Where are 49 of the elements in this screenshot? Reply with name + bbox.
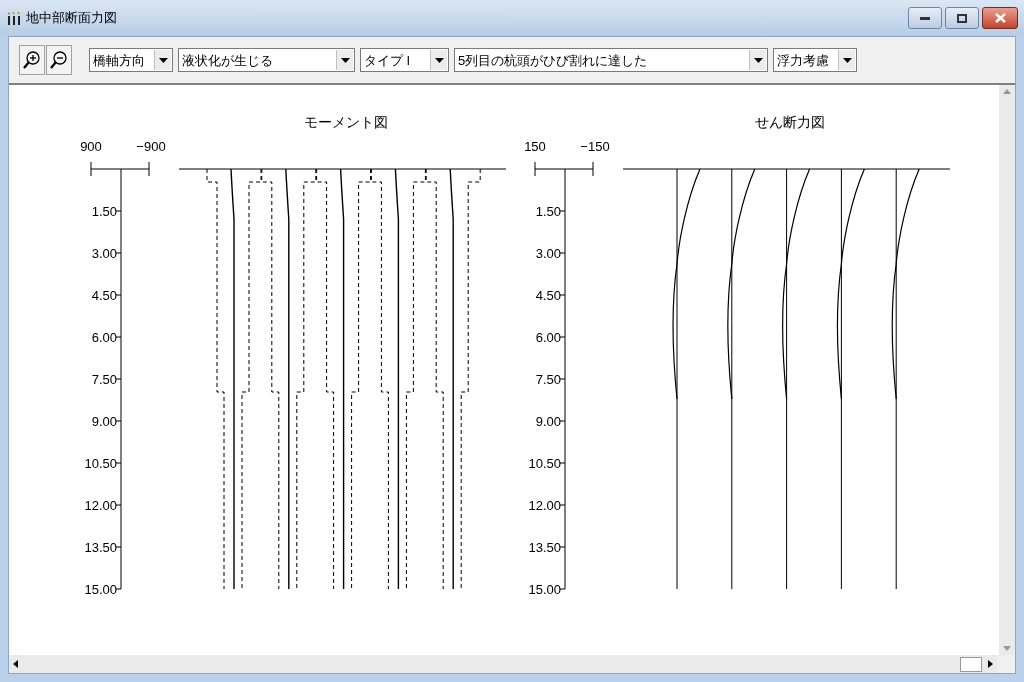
depth-label: 3.00: [535, 246, 561, 261]
app-icon: [6, 10, 22, 26]
depth-label: 9.00: [535, 414, 561, 429]
maximize-button[interactable]: [945, 7, 979, 29]
horizontal-scrollbar[interactable]: [9, 655, 997, 673]
depth-label: 1.50: [91, 204, 117, 219]
scale-label: 900: [80, 139, 102, 154]
depth-label: 7.50: [91, 372, 117, 387]
scale-label: 150: [524, 139, 546, 154]
dropdown[interactable]: 橋軸方向: [89, 48, 173, 72]
close-button[interactable]: [982, 7, 1018, 29]
window-title: 地中部断面力図: [26, 9, 117, 28]
maximize-icon: [957, 13, 967, 23]
depth-label: 1.50: [535, 204, 561, 219]
depth-label: 9.00: [91, 414, 117, 429]
scale-label: −900: [136, 139, 166, 154]
dropdown[interactable]: 5列目の杭頭がひび割れに達した: [454, 48, 768, 72]
depth-label: 3.00: [91, 246, 117, 261]
depth-label: 6.00: [91, 330, 117, 345]
depth-label: 12.00: [528, 498, 561, 513]
scale-label: −150: [580, 139, 610, 154]
zoom-out-button[interactable]: [46, 45, 72, 75]
dropdown[interactable]: 浮力考慮: [773, 48, 857, 72]
depth-label: 15.00: [528, 582, 561, 597]
minimize-button[interactable]: [908, 7, 942, 29]
diagram-title: せん断力図: [755, 114, 825, 130]
depth-label: 6.00: [535, 330, 561, 345]
scroll-thumb[interactable]: [960, 656, 982, 672]
dropdown[interactable]: タイプ I: [360, 48, 449, 72]
depth-label: 4.50: [535, 288, 561, 303]
zoom-out-icon: [50, 50, 68, 70]
depth-label: 12.00: [84, 498, 117, 513]
depth-label: 13.50: [528, 540, 561, 555]
scale-bar: [534, 161, 594, 177]
scroll-right-icon[interactable]: [988, 660, 993, 668]
depth-label: 10.50: [528, 456, 561, 471]
depth-label: 15.00: [84, 582, 117, 597]
depth-label: 4.50: [91, 288, 117, 303]
zoom-in-button[interactable]: [19, 45, 45, 75]
depth-label: 10.50: [84, 456, 117, 471]
close-icon: [994, 13, 1006, 23]
scroll-left-icon[interactable]: [13, 660, 18, 668]
depth-label: 13.50: [84, 540, 117, 555]
minimize-icon: [920, 16, 930, 20]
zoom-in-icon: [23, 50, 41, 70]
scale-bar: [90, 161, 150, 177]
diagram-title: モーメント図: [304, 114, 388, 130]
depth-label: 7.50: [535, 372, 561, 387]
dropdown[interactable]: 液状化が生じる: [178, 48, 355, 72]
